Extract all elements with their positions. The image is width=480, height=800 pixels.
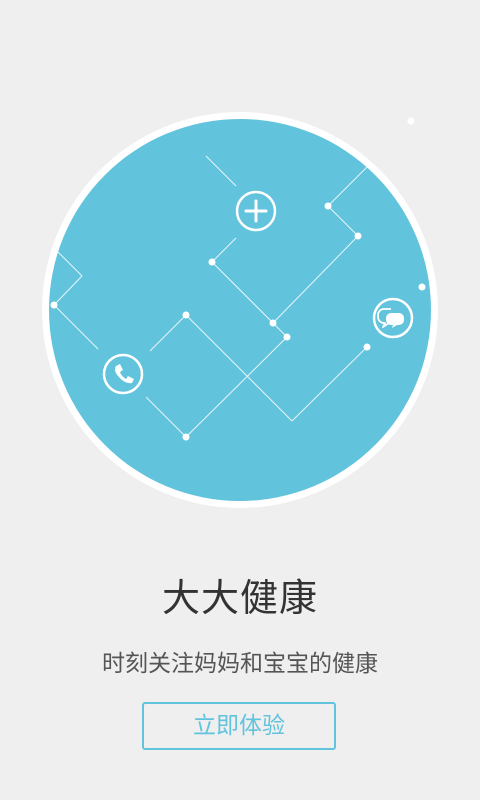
intro-screen: 大大健康 时刻关注妈妈和宝宝的健康 立即体验 bbox=[0, 0, 480, 800]
try-now-button[interactable]: 立即体验 bbox=[142, 702, 336, 750]
hero-circle bbox=[49, 119, 431, 501]
phone-icon bbox=[102, 353, 144, 395]
page-title: 大大健康 bbox=[161, 576, 318, 620]
page-subtitle: 时刻关注妈妈和宝宝的健康 bbox=[102, 651, 378, 677]
chat-bubbles-icon bbox=[372, 297, 414, 339]
hero-illustration bbox=[42, 112, 438, 508]
plus-icon bbox=[235, 190, 277, 232]
